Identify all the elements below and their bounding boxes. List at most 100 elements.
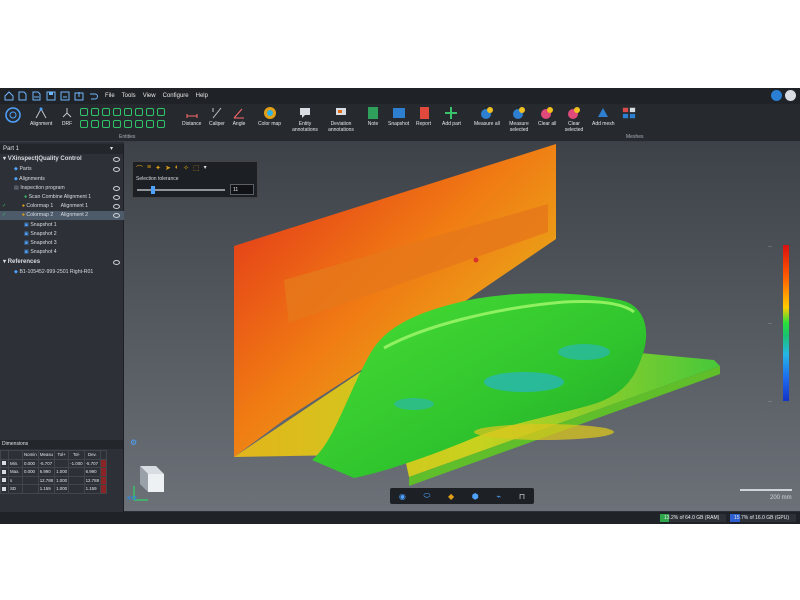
section-entity-icon[interactable] — [146, 120, 154, 128]
circle-entity-icon[interactable] — [113, 108, 121, 116]
viewport-settings-icon[interactable]: ⚙ — [130, 438, 137, 447]
report-button[interactable]: Report — [416, 106, 431, 128]
table-row[interactable]: SD 1.159 1.000 1.159 — [0, 484, 108, 494]
lasso-select-icon[interactable]: ⌒ — [136, 164, 143, 174]
slider-handle[interactable] — [151, 186, 155, 194]
globe-icon[interactable] — [785, 90, 796, 101]
eye-icon[interactable] — [113, 157, 120, 162]
torus-entity-icon[interactable] — [113, 120, 121, 128]
layer-select-icon[interactable]: ≡ — [147, 164, 151, 174]
fill-select-icon[interactable]: ◐ — [175, 164, 179, 174]
tree-item-snapshot-3[interactable]: ▣ Snapshot 3 — [24, 239, 57, 248]
tree-item-parts[interactable]: ◆ Parts — [14, 165, 32, 174]
part-selector[interactable]: Part 1 ▾ — [0, 144, 123, 154]
sphere-entity-icon[interactable] — [80, 120, 88, 128]
save-as-icon[interactable] — [59, 91, 70, 102]
tree-item-snapshot-4[interactable]: ▣ Snapshot 4 — [24, 248, 57, 257]
tree-item-inspection-program[interactable]: ▤ Inspection program — [14, 184, 65, 193]
tree-item-snapshot-1[interactable]: ▣ Snapshot 1 — [24, 221, 57, 230]
row-checkbox[interactable] — [0, 467, 9, 477]
tolerance-input[interactable] — [230, 184, 254, 195]
note-button[interactable]: Note — [366, 106, 380, 128]
eye-icon[interactable] — [113, 186, 120, 191]
snapshot-button[interactable]: Snapshot — [388, 106, 409, 128]
angle-button[interactable]: Angle — [232, 106, 246, 128]
cylinder-entity-icon[interactable] — [91, 120, 99, 128]
caliper-button[interactable]: Caliper — [209, 106, 225, 128]
tree-item-colormap-2[interactable]: ✓ ● Colormap 2 Alignment 2 — [0, 211, 124, 220]
rectangle-entity-icon[interactable] — [135, 108, 143, 116]
line-entity-icon[interactable] — [91, 108, 99, 116]
save-icon[interactable] — [45, 91, 56, 102]
tree-item-reference[interactable]: ◆ B1-105452-999-2501 Right-R01 — [14, 268, 93, 277]
tree-item-colormap-1[interactable]: ✓ ● Colormap 1 Alignment 1 — [0, 202, 124, 211]
meshes-tools[interactable] — [622, 106, 636, 122]
add-part-button[interactable]: Add part — [442, 106, 461, 128]
eye-icon[interactable] — [113, 167, 120, 172]
edge-entity-icon[interactable] — [157, 120, 165, 128]
view-orientation-icon[interactable]: ⬭ — [423, 491, 430, 501]
add-icon — [444, 106, 458, 120]
tolerance-slider[interactable] — [137, 186, 225, 194]
curve-entity-icon[interactable] — [135, 120, 143, 128]
tree-item-snapshot-2[interactable]: ▣ Snapshot 2 — [24, 230, 57, 239]
undo-icon[interactable] — [87, 91, 98, 102]
drf-button[interactable]: DRF — [60, 106, 74, 128]
entity-annotations-button[interactable]: Entity annotations — [290, 106, 320, 133]
export-icon[interactable] — [73, 91, 84, 102]
help-icon[interactable] — [771, 90, 782, 101]
measure-all-label: Measure all — [474, 121, 500, 127]
new-file-icon[interactable] — [17, 91, 28, 102]
distance-button[interactable]: Distance — [182, 106, 201, 128]
polygon-entity-icon[interactable] — [146, 108, 154, 116]
eye-icon[interactable] — [113, 204, 120, 209]
brush-select-icon[interactable]: ➤ — [165, 164, 171, 174]
eye-icon[interactable] — [113, 213, 120, 218]
row-checkbox[interactable] — [0, 475, 9, 485]
shading-icon[interactable]: ◆ — [448, 492, 454, 501]
chevron-down-icon[interactable]: ▾ — [204, 164, 207, 174]
tree-root[interactable]: ▾ VXinspect|Quality Control — [3, 155, 82, 164]
arrow-select-icon[interactable]: ✦ — [155, 164, 161, 174]
point-entity-icon[interactable] — [80, 108, 88, 116]
measure-selected-button[interactable]: Measure selected — [506, 106, 532, 133]
clear-all-button[interactable]: Clear all — [538, 106, 556, 128]
menu-help[interactable]: Help — [196, 93, 208, 99]
row-checkbox[interactable] — [0, 458, 9, 468]
measure-all-button[interactable]: Measure all — [474, 106, 500, 128]
home-icon[interactable] — [3, 91, 14, 102]
target-button[interactable] — [4, 106, 22, 126]
section-icon[interactable]: ⬢ — [472, 492, 479, 501]
rect-select-icon[interactable]: ⬚ — [193, 164, 200, 174]
clip-icon[interactable]: ⌁ — [496, 492, 501, 501]
deviation-annotations-button[interactable]: Deviation annotations — [326, 106, 356, 133]
tree-references[interactable]: ▾ References — [3, 258, 40, 267]
menu-view[interactable]: View — [143, 93, 156, 99]
table-row[interactable]: Min. 0.000 -5.707 -1.000 -5.707 — [0, 458, 108, 468]
table-row[interactable]: s 12.788 1.000 12.788 — [0, 475, 108, 485]
table-row[interactable]: Max. 0.000 6.990 1.000 6.990 — [0, 467, 108, 477]
meshes-group-label: Meshes — [626, 134, 644, 140]
add-mesh-button[interactable]: Add mesh — [592, 106, 615, 128]
slot-entity-icon[interactable] — [124, 108, 132, 116]
row-checkbox[interactable] — [0, 484, 9, 494]
eye-icon[interactable] — [113, 260, 120, 265]
menu-file[interactable]: File — [105, 93, 115, 99]
surface-entity-icon[interactable] — [124, 120, 132, 128]
render-mode-icon[interactable]: ◉ — [399, 492, 406, 501]
open-file-icon[interactable] — [31, 91, 42, 102]
table-cell: 1.000 — [54, 467, 70, 477]
magic-select-icon[interactable]: ✧ — [183, 164, 189, 174]
menu-tools[interactable]: Tools — [122, 93, 136, 99]
cube-entity-icon[interactable] — [157, 108, 165, 116]
plane-entity-icon[interactable] — [102, 108, 110, 116]
eye-icon[interactable] — [113, 195, 120, 200]
alignment-button[interactable]: Alignment — [30, 106, 52, 128]
menu-configure[interactable]: Configure — [163, 93, 189, 99]
tree-item-scan[interactable]: ● Scan Combine Alignment 1 — [24, 193, 91, 202]
clear-selected-button[interactable]: Clear selected — [563, 106, 585, 133]
cone-entity-icon[interactable] — [102, 120, 110, 128]
color-map-button[interactable]: Color map — [258, 106, 281, 128]
measure-tool-icon[interactable]: ⊓ — [519, 492, 525, 501]
tree-item-alignments[interactable]: ◆ Alignments — [14, 175, 45, 184]
